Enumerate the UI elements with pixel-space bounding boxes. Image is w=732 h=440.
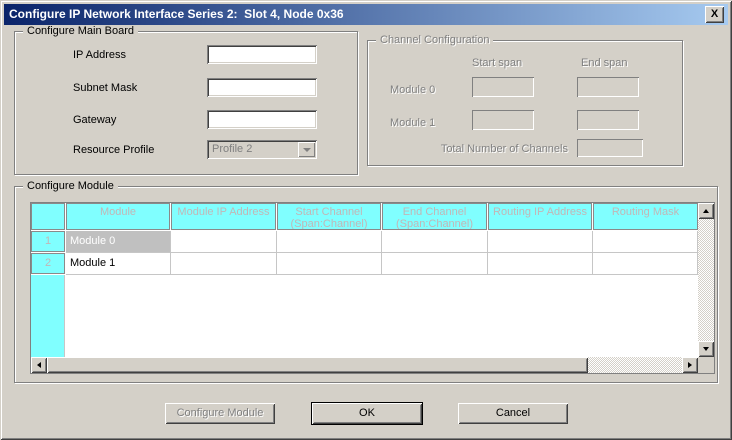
total-channels-field bbox=[577, 139, 643, 157]
grid-header-start-channel: Start Channel (Span:Channel) bbox=[277, 203, 381, 230]
group-configure-main-board: Configure Main Board IP Address Subnet M… bbox=[14, 31, 358, 175]
grid-cell-module-0[interactable]: Module 0 bbox=[66, 231, 171, 253]
module0-end-span-field bbox=[577, 77, 639, 97]
grid-corner-cell bbox=[31, 203, 65, 230]
grid-cell-module-1[interactable]: Module 1 bbox=[66, 253, 171, 275]
scroll-right-icon bbox=[688, 362, 695, 368]
module1-start-span-field bbox=[472, 110, 534, 130]
cancel-button[interactable]: Cancel bbox=[458, 403, 568, 424]
ip-address-input[interactable] bbox=[207, 45, 317, 64]
resource-profile-select: Profile 2 bbox=[207, 140, 317, 159]
gateway-input[interactable] bbox=[207, 110, 317, 129]
grid-cell-row1-routing-mask[interactable] bbox=[593, 231, 698, 253]
grid-cell-row1-module-ip[interactable] bbox=[171, 231, 277, 253]
gateway-label: Gateway bbox=[73, 114, 116, 126]
grid-header-routing-mask: Routing Mask bbox=[593, 203, 698, 230]
dialog-window: Configure IP Network Interface Series 2:… bbox=[0, 0, 732, 440]
module0-start-span-field bbox=[472, 77, 534, 97]
grid-row-number-2[interactable]: 2 bbox=[31, 253, 65, 274]
resource-profile-label: Resource Profile bbox=[73, 144, 154, 156]
grid-row-number-1[interactable]: 1 bbox=[31, 231, 65, 252]
ip-address-label: IP Address bbox=[73, 49, 126, 61]
grid-cell-row2-start-channel[interactable] bbox=[277, 253, 382, 275]
title-bar: Configure IP Network Interface Series 2:… bbox=[4, 4, 728, 25]
scroll-left-icon bbox=[34, 362, 41, 368]
channel-module1-label: Module 1 bbox=[390, 117, 435, 129]
ok-button[interactable]: OK bbox=[311, 402, 423, 425]
scroll-down-icon bbox=[703, 347, 709, 354]
channel-module0-label: Module 0 bbox=[390, 84, 435, 96]
configure-module-button: Configure Module bbox=[165, 403, 275, 424]
scroll-down-button[interactable] bbox=[698, 341, 714, 357]
module-grid: Module Module IP Address Start Channel (… bbox=[30, 202, 715, 374]
resource-profile-value: Profile 2 bbox=[212, 143, 252, 155]
chevron-down-icon bbox=[303, 148, 311, 156]
grid-header-routing-ip-address: Routing IP Address bbox=[488, 203, 592, 230]
grid-header-module: Module bbox=[66, 203, 170, 230]
grid-cell-row2-routing-ip[interactable] bbox=[488, 253, 593, 275]
module1-end-span-field bbox=[577, 110, 639, 130]
group-legend-configure-module: Configure Module bbox=[23, 180, 118, 193]
group-legend-main-board: Configure Main Board bbox=[23, 25, 138, 38]
grid-vertical-scrollbar[interactable] bbox=[698, 203, 714, 357]
subnet-mask-label: Subnet Mask bbox=[73, 82, 137, 94]
scroll-up-button[interactable] bbox=[698, 203, 714, 219]
start-span-header: Start span bbox=[472, 57, 522, 69]
group-configure-module: Configure Module Module Module IP Addres… bbox=[14, 186, 718, 383]
total-channels-label: Total Number of Channels bbox=[413, 143, 568, 155]
grid-cell-row1-routing-ip[interactable] bbox=[488, 231, 593, 253]
scroll-up-icon bbox=[703, 206, 709, 213]
grid-row-header-strip bbox=[31, 275, 65, 357]
group-channel-configuration: Channel Configuration Start span End spa… bbox=[367, 40, 683, 166]
close-icon: X bbox=[711, 7, 718, 22]
resource-profile-dropdown-button bbox=[298, 142, 315, 157]
scrollbar-corner bbox=[698, 357, 714, 373]
grid-header-module-ip-address: Module IP Address bbox=[171, 203, 276, 230]
subnet-mask-input[interactable] bbox=[207, 78, 317, 97]
close-button[interactable]: X bbox=[705, 6, 724, 23]
grid-cell-row1-start-channel[interactable] bbox=[277, 231, 382, 253]
grid-header-end-channel: End Channel (Span:Channel) bbox=[382, 203, 487, 230]
end-span-header: End span bbox=[581, 57, 627, 69]
horizontal-scrollbar-thumb[interactable] bbox=[47, 357, 588, 373]
window-title: Configure IP Network Interface Series 2:… bbox=[9, 7, 344, 21]
group-legend-channel-configuration: Channel Configuration bbox=[376, 34, 493, 47]
scroll-left-button[interactable] bbox=[31, 357, 47, 373]
scroll-right-button[interactable] bbox=[682, 357, 698, 373]
grid-cell-row2-end-channel[interactable] bbox=[382, 253, 488, 275]
grid-cell-row2-module-ip[interactable] bbox=[171, 253, 277, 275]
grid-horizontal-scrollbar[interactable] bbox=[31, 357, 698, 373]
grid-cell-row1-end-channel[interactable] bbox=[382, 231, 488, 253]
grid-cell-row2-routing-mask[interactable] bbox=[593, 253, 698, 275]
